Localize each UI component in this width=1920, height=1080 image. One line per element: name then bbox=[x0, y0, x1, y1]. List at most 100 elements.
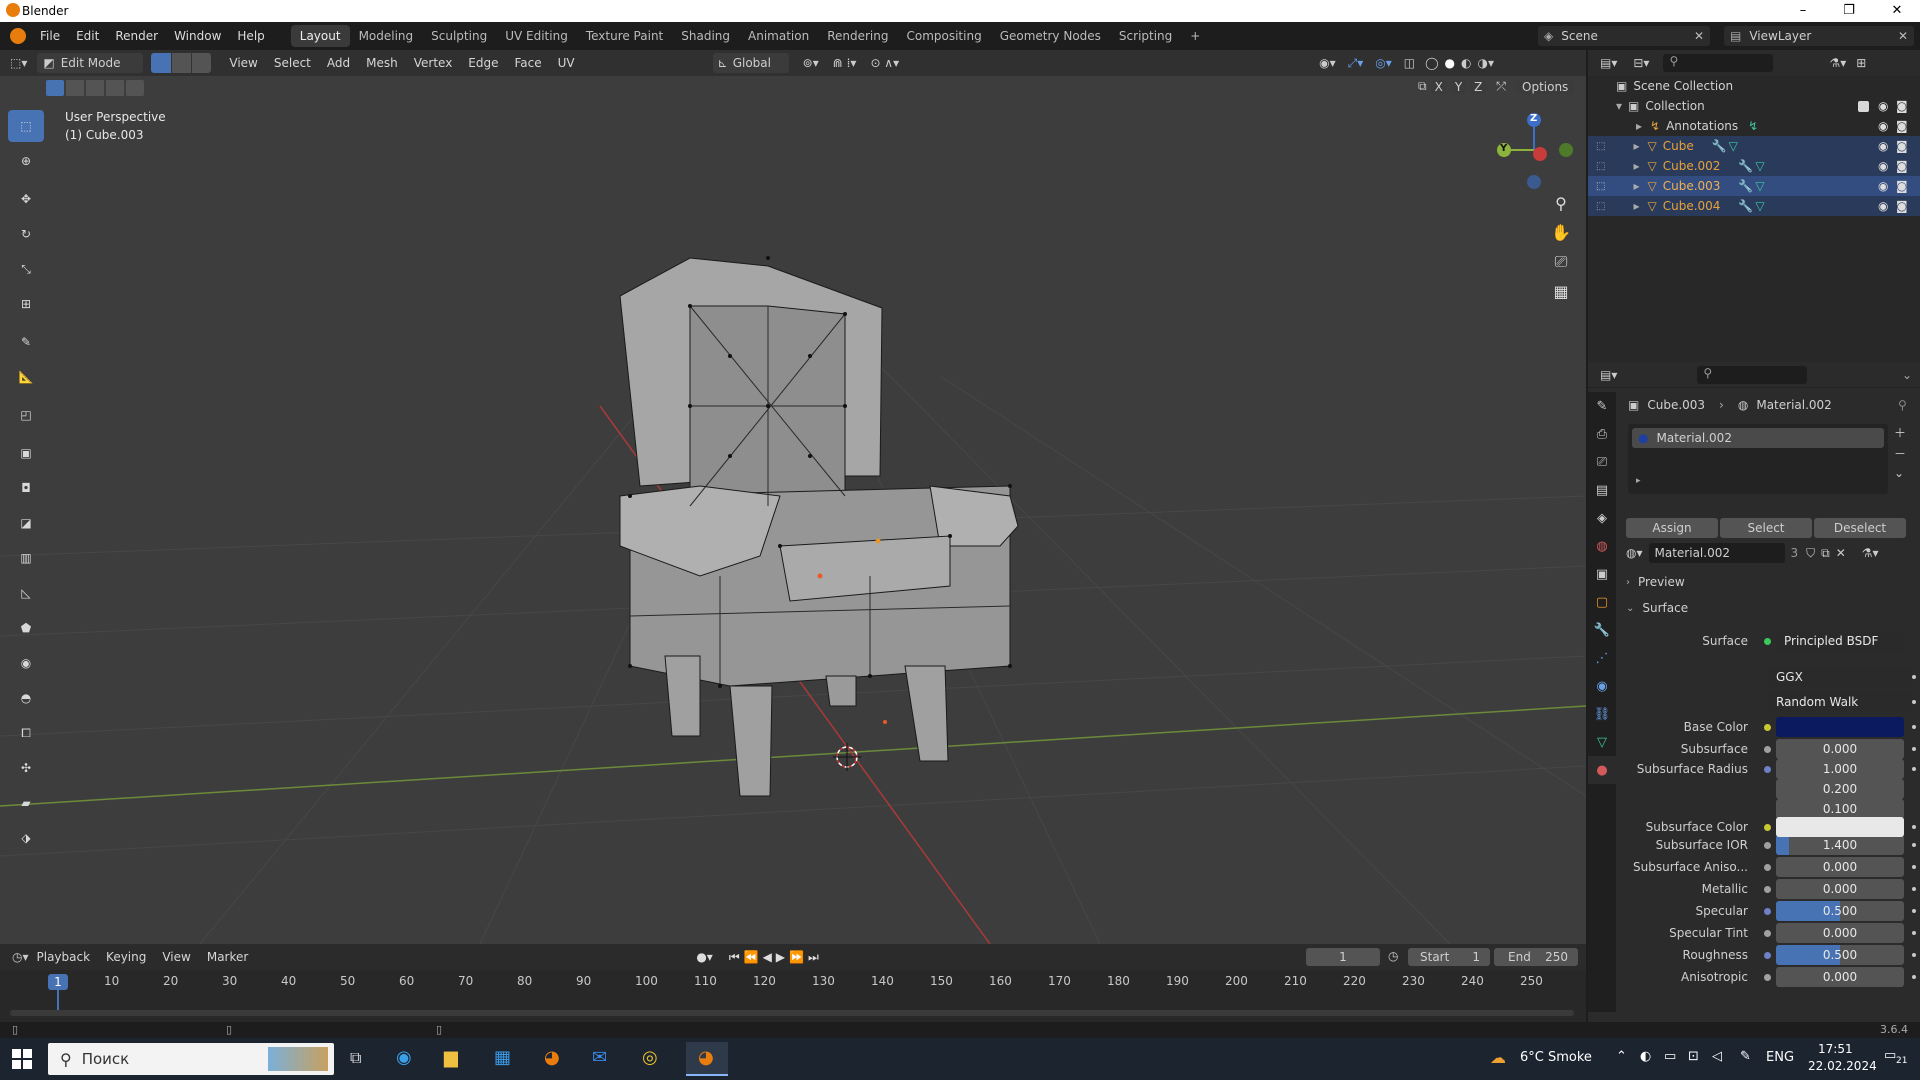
menu-add[interactable]: Add bbox=[319, 56, 358, 70]
camera-icon[interactable]: ◙ bbox=[1896, 119, 1908, 133]
keyframe-icon[interactable] bbox=[1912, 909, 1916, 913]
tab-modeling[interactable]: Modeling bbox=[350, 25, 423, 47]
menu-edit[interactable]: Edit bbox=[68, 22, 107, 50]
outliner-item[interactable]: ⬚ ▸ ▽ Cube 🔧 ▽ ◉ ◙ bbox=[1588, 136, 1920, 156]
zoom-icon[interactable]: ⚲ bbox=[1555, 194, 1567, 213]
cursor-tool[interactable]: ⊕ bbox=[8, 145, 44, 177]
menu-file[interactable]: File bbox=[32, 22, 68, 50]
output-tab-icon[interactable]: ⎚ bbox=[1588, 448, 1616, 476]
bevel-tool[interactable]: ◪ bbox=[8, 507, 44, 539]
keyframe-icon[interactable] bbox=[1912, 825, 1916, 829]
view-layer-selector[interactable]: ▤ ViewLayer ✕ bbox=[1724, 26, 1914, 46]
outliner-search-input[interactable]: ⚲ bbox=[1663, 54, 1774, 72]
transform-orientation-selector[interactable]: ⊾ Global bbox=[712, 53, 789, 73]
menu-playback[interactable]: Playback bbox=[29, 950, 99, 964]
clock-icon[interactable]: ◷ bbox=[1388, 949, 1398, 963]
rotate-tool[interactable]: ↻ bbox=[8, 218, 44, 250]
properties-search-input[interactable]: ⚲ bbox=[1697, 365, 1808, 384]
particles-tab-icon[interactable]: ⋰ bbox=[1588, 644, 1616, 672]
edit-mode-toggle-icon[interactable]: ⬚ bbox=[1596, 141, 1605, 152]
mail-icon[interactable]: ✉ bbox=[592, 1047, 607, 1068]
edge-icon[interactable]: ◉ bbox=[396, 1047, 412, 1068]
mirror-z-toggle[interactable]: Z bbox=[1470, 79, 1487, 94]
expand-icon[interactable]: ▸ bbox=[1633, 199, 1639, 213]
menu-select[interactable]: Select bbox=[266, 56, 319, 70]
pin-icon[interactable]: ⚲ bbox=[1898, 398, 1907, 412]
keyframe-icon[interactable] bbox=[1912, 675, 1916, 679]
add-cube-tool[interactable]: ◰ bbox=[8, 399, 44, 431]
camera-icon[interactable]: ◙ bbox=[1896, 179, 1908, 193]
proportional-edit-icon[interactable]: ⊙ ∧▾ bbox=[870, 56, 899, 70]
knife-tool[interactable]: ◺ bbox=[8, 577, 44, 609]
keyframe-icon[interactable] bbox=[1912, 747, 1916, 751]
current-frame-field[interactable]: 1 bbox=[1306, 948, 1380, 966]
measure-tool[interactable]: 📐 bbox=[8, 361, 44, 393]
tab-uv-editing[interactable]: UV Editing bbox=[496, 25, 577, 47]
expand-icon[interactable]: ▸ bbox=[1636, 476, 1641, 486]
select-subtract-icon[interactable] bbox=[86, 80, 104, 96]
wireframe-shading-icon[interactable]: ◯ bbox=[1425, 56, 1438, 70]
tool-tab-icon[interactable]: ✎ bbox=[1588, 392, 1616, 420]
render-tab-icon[interactable]: ⎙ bbox=[1588, 420, 1616, 448]
loop-cut-tool[interactable]: ▥ bbox=[8, 542, 44, 574]
scene-selector[interactable]: ◈ Scene ✕ bbox=[1538, 26, 1710, 46]
tab-compositing[interactable]: Compositing bbox=[897, 25, 990, 47]
minimize-button[interactable]: – bbox=[1780, 0, 1826, 22]
tab-texture-paint[interactable]: Texture Paint bbox=[577, 25, 672, 47]
select-extend-icon[interactable] bbox=[66, 80, 84, 96]
camera-icon[interactable]: ◙ bbox=[1896, 99, 1908, 113]
shear-tool[interactable]: ▰ bbox=[8, 787, 44, 819]
menu-keying[interactable]: Keying bbox=[98, 950, 154, 964]
filter-icon[interactable]: ⚗▾ bbox=[1829, 56, 1846, 70]
expand-icon[interactable]: ▸ bbox=[1633, 179, 1639, 193]
mode-selector[interactable]: ◩ Edit Mode bbox=[37, 53, 144, 73]
rendered-shading-icon[interactable]: ◑▾ bbox=[1478, 56, 1495, 70]
snap-icon[interactable]: ⋒ ⁞▾ bbox=[833, 56, 857, 70]
outliner-item[interactable]: ⬚ ▸ ▽ Cube.004 🔧 ▽ ◉ ◙ bbox=[1588, 196, 1920, 216]
outliner-item[interactable]: ▸ ↯ Annotations ↯ ◉ ◙ bbox=[1588, 116, 1920, 136]
gizmo-y-label[interactable]: Y bbox=[1500, 143, 1507, 154]
camera-icon[interactable]: ◙ bbox=[1896, 159, 1908, 173]
tab-rendering[interactable]: Rendering bbox=[818, 25, 897, 47]
start-frame-field[interactable]: Start 1 bbox=[1408, 948, 1490, 966]
blender-taskbar-icon[interactable]: ◕ bbox=[544, 1047, 560, 1068]
pivot-icon[interactable]: ⊚▾ bbox=[803, 56, 819, 70]
task-view-icon[interactable]: ⧉ bbox=[350, 1048, 361, 1068]
filter-icon[interactable]: ⚗▾ bbox=[1862, 546, 1879, 560]
move-tool[interactable]: ✥ bbox=[8, 183, 44, 215]
tab-shading[interactable]: Shading bbox=[672, 25, 739, 47]
surface-shader-field[interactable]: Principled BSDF bbox=[1776, 631, 1904, 651]
slot-menu-icon[interactable]: ⌄ bbox=[1894, 466, 1906, 480]
keyframe-icon[interactable] bbox=[1912, 700, 1916, 704]
mirror-y-toggle[interactable]: Y bbox=[1450, 79, 1467, 94]
expand-icon[interactable]: ▸ bbox=[1633, 139, 1639, 153]
outliner-editor-icon[interactable]: ▤▾ bbox=[1600, 56, 1617, 70]
windows-start-icon[interactable] bbox=[12, 1049, 32, 1069]
object-tab-icon[interactable]: ▢ bbox=[1588, 588, 1616, 616]
menu-vertex[interactable]: Vertex bbox=[406, 56, 461, 70]
pan-hand-icon[interactable]: ✋ bbox=[1551, 223, 1571, 242]
3d-viewport[interactable]: Z Y User Perspective (1) Cube.003 ⧉ X Y … bbox=[0, 76, 1586, 944]
menu-face[interactable]: Face bbox=[507, 56, 550, 70]
extrude-tool[interactable]: ▣ bbox=[8, 437, 44, 469]
face-select-icon[interactable] bbox=[191, 53, 212, 73]
checkbox-icon[interactable] bbox=[1858, 100, 1869, 112]
camera-icon[interactable]: ◙ bbox=[1896, 199, 1908, 213]
tab-layout[interactable]: Layout bbox=[290, 25, 350, 47]
menu-view[interactable]: View bbox=[154, 950, 198, 964]
shader-field-value[interactable]: 1.000 bbox=[1776, 759, 1904, 779]
shader-field-value[interactable]: 1.400 bbox=[1776, 835, 1904, 855]
edit-mode-toggle-icon[interactable]: ⬚ bbox=[1596, 181, 1605, 192]
keyframe-icon[interactable] bbox=[1912, 953, 1916, 957]
weather-label[interactable]: 6°C Smoke bbox=[1520, 1050, 1592, 1065]
store-icon[interactable]: ▦ bbox=[494, 1047, 511, 1068]
outliner-collection[interactable]: ▾ ▣ Collection ◉ ◙ bbox=[1588, 96, 1920, 116]
eye-icon[interactable]: ◉ bbox=[1878, 159, 1888, 173]
edge-slide-tool[interactable]: ⧠ bbox=[8, 717, 44, 749]
shrink-fatten-tool[interactable]: ✣ bbox=[8, 752, 44, 784]
add-slot-icon[interactable]: ＋ bbox=[1894, 424, 1906, 441]
poly-build-tool[interactable]: ⬟ bbox=[8, 612, 44, 644]
display-mode-icon[interactable]: ⊟▾ bbox=[1633, 56, 1649, 70]
tray-device-icon[interactable]: ▭ bbox=[1664, 1049, 1676, 1064]
edit-mode-toggle-icon[interactable]: ⬚ bbox=[1596, 161, 1605, 172]
